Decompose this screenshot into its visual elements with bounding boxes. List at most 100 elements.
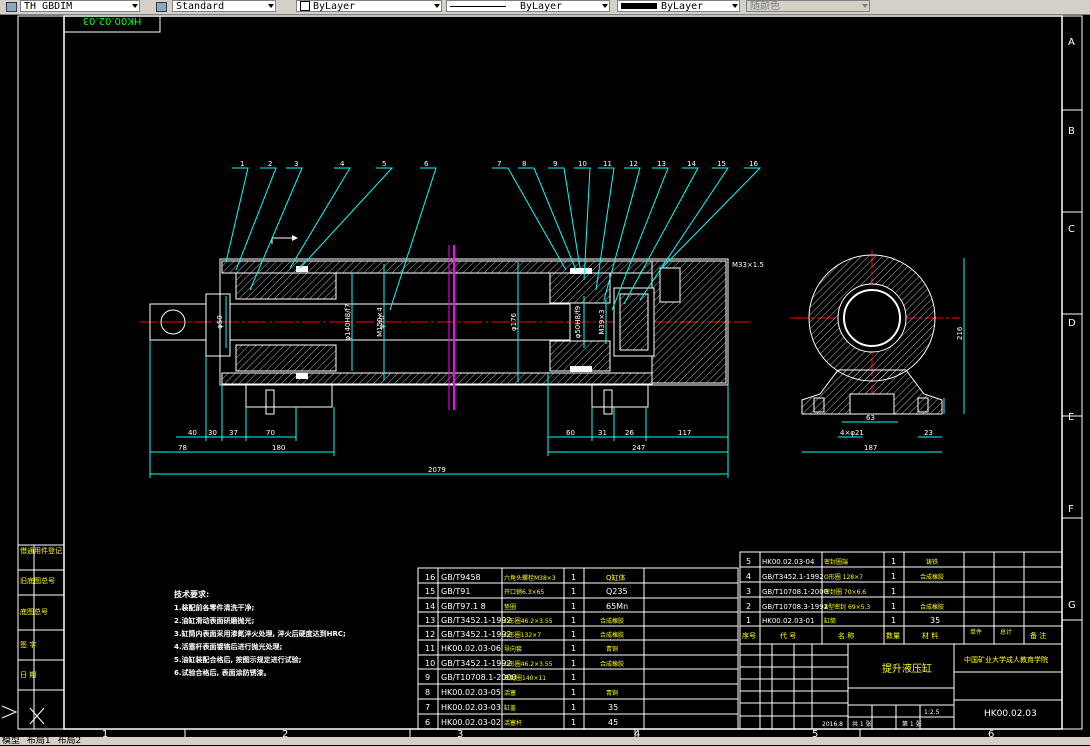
tech-notes-title: 技术要求:: [174, 589, 209, 599]
balloon-label: 10: [578, 160, 587, 168]
svg-text:GB/T91: GB/T91: [441, 587, 470, 596]
svg-text:1: 1: [891, 572, 896, 581]
tab-layout2[interactable]: 布局2: [56, 737, 84, 746]
svg-text:4: 4: [746, 572, 751, 581]
drawing-canvas[interactable]: A B C D E F G 1 2 3 4 5 6 HK00.02.03 借通用…: [0, 15, 1090, 737]
svg-text:8: 8: [425, 688, 430, 697]
bom-row: 14 GB/T97.1 8 垫圈 1 65Mn: [425, 602, 628, 611]
svg-text:序号: 序号: [742, 631, 756, 640]
zone-label: D: [1068, 318, 1076, 329]
zone-label: 5: [812, 729, 818, 737]
svg-text:40: 40: [188, 429, 197, 437]
bom-upper-rows: 5 HK00.02.03-04 密封圈端 1 铸铁 4 GB/T3452.1-1…: [742, 557, 1046, 640]
properties-toolbar: TH_GBDIM Standard ByLayer ByLayer ByLaye…: [0, 0, 1090, 15]
svg-text:活塞杆: 活塞杆: [504, 719, 522, 727]
tab-layout1[interactable]: 布局1: [25, 737, 53, 746]
bom-row: 3 GB/T10708.1-2000 密封圈 70×6.6 1: [746, 587, 896, 596]
svg-text:30: 30: [208, 429, 217, 437]
balloon-label: 2: [268, 160, 272, 168]
svg-text:117: 117: [678, 429, 691, 437]
svg-text:开口销6.3×65: 开口销6.3×65: [504, 588, 544, 596]
svg-text:1: 1: [746, 616, 751, 625]
bom-row: 13 GB/T3452.1-1992 O形圈46.2×3.55 1 合成橡胶: [425, 616, 624, 625]
color-select[interactable]: ByLayer: [296, 0, 442, 12]
svg-text:密封圈端: 密封圈端: [824, 558, 848, 566]
balloon-label: 14: [687, 160, 696, 168]
ucs-icon: [1, 705, 45, 725]
right-zone-labels: A B C D E F G: [1068, 37, 1076, 611]
zone-label: F: [1068, 504, 1074, 515]
svg-text:O形圈46.2×3.55: O形圈46.2×3.55: [504, 617, 553, 625]
svg-text:2079: 2079: [428, 466, 446, 474]
svg-text:180: 180: [272, 444, 285, 452]
svg-text:15: 15: [425, 587, 435, 596]
dimension-style-icon[interactable]: [4, 0, 18, 12]
svg-text:Q缸体: Q缸体: [606, 573, 626, 582]
svg-text:HK00.02.03-06: HK00.02.03-06: [441, 644, 501, 653]
chevron-down-icon: [268, 4, 274, 8]
svg-text:78: 78: [178, 444, 187, 452]
svg-text:2: 2: [746, 602, 751, 611]
bom-row: 2 GB/T10708.3-1992 A型密封 69×5.3 1 合成橡胶: [746, 602, 944, 611]
svg-text:缸盖: 缸盖: [504, 704, 516, 712]
linetype-select[interactable]: ByLayer: [446, 0, 610, 12]
bom-row: 5 HK00.02.03-04 密封圈端 1 铸铁: [746, 557, 938, 566]
svg-text:1: 1: [571, 703, 576, 712]
svg-text:M39×3: M39×3: [598, 309, 606, 334]
bom-row: 16 GB/T9458 六角头螺栓M38×3 1 Q缸体: [425, 573, 626, 582]
bom-header: 序号 代 号 名 称 数量 材 料 单件 总计 备 注: [742, 628, 1046, 640]
tech-note-line: 2.油缸滑动表面研磨抛光;: [174, 616, 255, 625]
svg-text:总计: 总计: [1000, 628, 1012, 636]
zone-label: A: [1068, 37, 1075, 48]
chevron-down-icon: [862, 4, 868, 8]
svg-text:GB/T3452.1-1992: GB/T3452.1-1992: [441, 616, 512, 625]
zone-label: 3: [457, 729, 463, 737]
svg-text:密封圈140×11: 密封圈140×11: [504, 674, 546, 682]
left-strip-label: 旧底图总号: [20, 576, 55, 585]
svg-text:35: 35: [930, 616, 940, 625]
svg-text:数量: 数量: [886, 631, 900, 640]
zone-label: B: [1068, 126, 1075, 137]
dimstyle-select[interactable]: TH_GBDIM: [20, 0, 140, 12]
svg-text:1: 1: [571, 659, 576, 668]
textstyle-select[interactable]: Standard: [172, 0, 276, 12]
svg-text:65Mn: 65Mn: [606, 602, 628, 611]
school-name: 中国矿业大学成人教育学院: [964, 655, 1048, 664]
bom-row: 4 GB/T3452.1-1992 O形圈 128×7 1 合成橡胶: [746, 572, 944, 581]
balloon-label: 15: [717, 160, 726, 168]
svg-text:1: 1: [891, 587, 896, 596]
text-style-icon[interactable]: [154, 0, 168, 12]
tab-model[interactable]: 模型: [0, 737, 22, 746]
drawing-date: 2016.8: [822, 721, 843, 728]
balloon-label: 7: [497, 160, 501, 168]
zone-label: 1: [102, 729, 108, 737]
svg-text:HK00.02.03-01: HK00.02.03-01: [762, 617, 814, 625]
svg-text:O形圈46.2×3.55: O形圈46.2×3.55: [504, 660, 553, 668]
svg-text:37: 37: [229, 429, 238, 437]
svg-text:26: 26: [625, 429, 634, 437]
zone-label: C: [1068, 224, 1075, 235]
svg-text:11: 11: [425, 644, 435, 653]
svg-text:GB/T3452.1-1992: GB/T3452.1-1992: [441, 659, 512, 668]
svg-text:1: 1: [571, 718, 576, 727]
plotstyle-value: 随颜色: [750, 1, 780, 12]
balloon-label: 13: [657, 160, 666, 168]
bom-lower-rows: 16 GB/T9458 六角头螺栓M38×3 1 Q缸体 15 GB/T91 开…: [425, 573, 628, 727]
svg-text:缸筒: 缸筒: [824, 617, 836, 625]
balloon-label: 12: [629, 160, 638, 168]
svg-text:1: 1: [571, 616, 576, 625]
bom-row: 11 HK00.02.03-06 导向套 1 青铜: [425, 644, 618, 653]
svg-text:GB/T9458: GB/T9458: [441, 573, 481, 582]
chevron-down-icon: [602, 4, 608, 8]
svg-text:216: 216: [956, 326, 964, 340]
svg-text:A型密封 69×5.3: A型密封 69×5.3: [824, 603, 870, 611]
svg-text:密封圈 70×6.6: 密封圈 70×6.6: [824, 588, 866, 596]
svg-text:16: 16: [425, 573, 435, 582]
cylinder-end-view: [790, 250, 960, 415]
bom-row: 6 HK00.02.03-02 活塞杆 1 45: [425, 718, 618, 727]
layout-tabs-bar: 模型 布局1 布局2: [0, 737, 1090, 746]
bom-row: 7 HK00.02.03-03 缸盖 1 35: [425, 703, 618, 712]
svg-text:合成橡胶: 合成橡胶: [600, 617, 624, 625]
lineweight-select[interactable]: ByLayer: [617, 0, 740, 12]
svg-text:φ50: φ50: [216, 315, 224, 329]
